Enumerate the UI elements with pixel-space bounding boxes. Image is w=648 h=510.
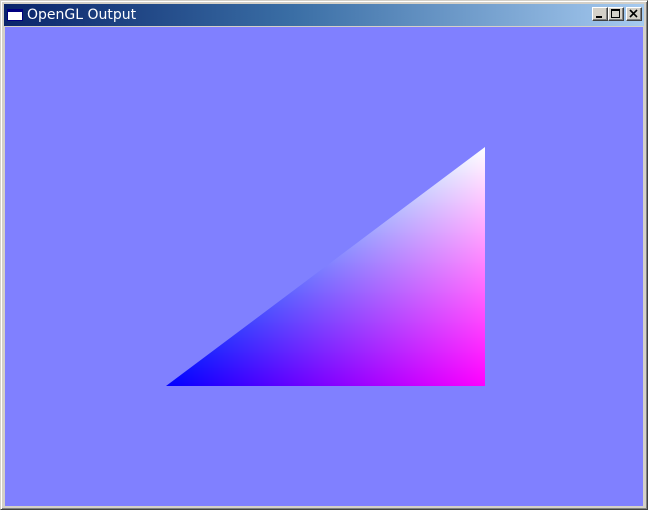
title-bar[interactable]: OpenGL Output (4, 4, 644, 26)
window-controls (592, 7, 642, 21)
rgb-triangle (166, 147, 485, 386)
window-title: OpenGL Output (27, 7, 137, 23)
gl-canvas (166, 147, 485, 386)
minimize-icon (596, 16, 602, 18)
opengl-viewport[interactable] (5, 27, 643, 506)
minimize-button[interactable] (592, 7, 608, 21)
maximize-icon (611, 9, 620, 18)
green-vertex-layer (166, 147, 485, 386)
close-button[interactable] (626, 7, 642, 21)
close-icon (629, 9, 638, 18)
opengl-window: OpenGL Output (0, 0, 648, 510)
maximize-button[interactable] (608, 7, 624, 21)
window-icon[interactable] (7, 9, 23, 21)
